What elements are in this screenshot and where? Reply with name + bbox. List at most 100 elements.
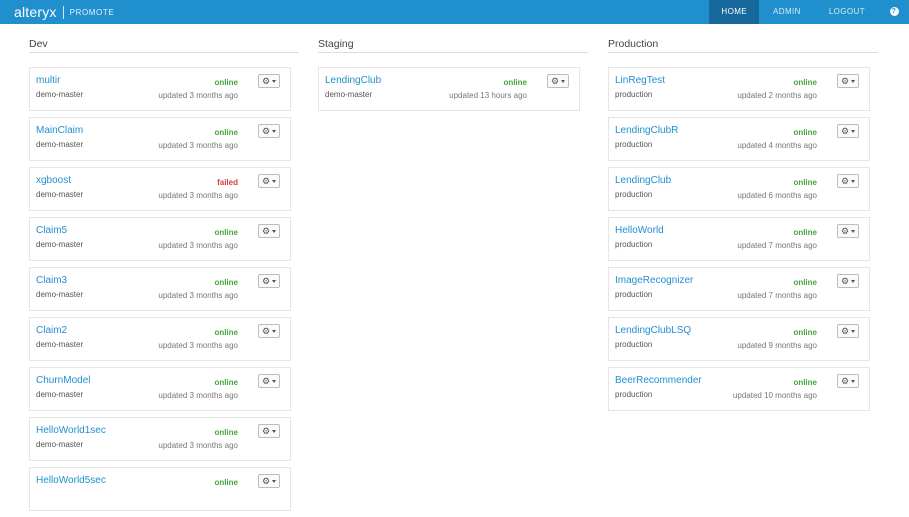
model-card: xgboost demo-master failed updated 3 months… bbox=[29, 167, 291, 211]
status-badge: failed bbox=[217, 178, 238, 187]
settings-dropdown-button[interactable]: ⚙ bbox=[258, 74, 280, 88]
column-title: Staging bbox=[318, 38, 588, 53]
settings-dropdown-button[interactable]: ⚙ bbox=[837, 174, 859, 188]
model-name-link[interactable]: BeerRecommender bbox=[615, 375, 702, 386]
model-card: Claim5 demo-master online updated 3 months … bbox=[29, 217, 291, 261]
top-navbar: alteryx PROMOTE HOME ADMIN LOGOUT ? bbox=[0, 0, 909, 24]
gear-icon: ⚙ bbox=[261, 175, 271, 186]
model-name-link[interactable]: ImageRecognizer bbox=[615, 275, 693, 286]
updated-time: updated 3 months ago bbox=[158, 391, 238, 400]
gear-icon: ⚙ bbox=[261, 275, 271, 286]
caret-down-icon bbox=[561, 79, 566, 83]
gear-icon: ⚙ bbox=[261, 475, 271, 486]
updated-time: updated 2 months ago bbox=[737, 91, 817, 100]
model-card: Claim2 demo-master online updated 3 months … bbox=[29, 317, 291, 361]
settings-dropdown-button[interactable]: ⚙ bbox=[258, 224, 280, 238]
brand-logo[interactable]: alteryx PROMOTE bbox=[14, 4, 114, 20]
model-card: LinRegTest production online updated 2 mont… bbox=[608, 67, 870, 111]
model-name-link[interactable]: LendingClubR bbox=[615, 125, 678, 136]
settings-dropdown-button[interactable]: ⚙ bbox=[837, 124, 859, 138]
column-production: Production LinRegTest production online upd… bbox=[608, 38, 878, 417]
updated-time: updated 3 months ago bbox=[158, 341, 238, 350]
gear-icon: ⚙ bbox=[261, 325, 271, 336]
model-name-link[interactable]: Claim3 bbox=[36, 275, 67, 286]
model-card: BeerRecommender production online updated 1… bbox=[608, 367, 870, 411]
settings-dropdown-button[interactable]: ⚙ bbox=[258, 424, 280, 438]
settings-dropdown-button[interactable]: ⚙ bbox=[837, 274, 859, 288]
status-badge: online bbox=[214, 128, 238, 137]
updated-time: updated 7 months ago bbox=[737, 241, 817, 250]
gear-icon: ⚙ bbox=[261, 225, 271, 236]
status-badge: online bbox=[214, 278, 238, 287]
model-name-link[interactable]: HelloWorld1sec bbox=[36, 425, 106, 436]
status-badge: online bbox=[503, 78, 527, 87]
model-environment: production bbox=[615, 90, 653, 99]
settings-dropdown-button[interactable]: ⚙ bbox=[258, 474, 280, 488]
model-card: LendingClubR production online updated 4 mo… bbox=[608, 117, 870, 161]
model-environment: production bbox=[615, 290, 653, 299]
model-card: LendingClub demo-master online updated 13 h… bbox=[318, 67, 580, 111]
settings-dropdown-button[interactable]: ⚙ bbox=[258, 124, 280, 138]
nav-home[interactable]: HOME bbox=[709, 0, 760, 24]
settings-dropdown-button[interactable]: ⚙ bbox=[258, 274, 280, 288]
model-environment: production bbox=[615, 390, 653, 399]
settings-dropdown-button[interactable]: ⚙ bbox=[837, 224, 859, 238]
model-name-link[interactable]: ChurnModel bbox=[36, 375, 90, 386]
gear-icon: ⚙ bbox=[840, 375, 850, 386]
settings-dropdown-button[interactable]: ⚙ bbox=[258, 374, 280, 388]
updated-time: updated 3 months ago bbox=[158, 141, 238, 150]
settings-dropdown-button[interactable]: ⚙ bbox=[258, 174, 280, 188]
model-name-link[interactable]: LinRegTest bbox=[615, 75, 665, 86]
nav-admin[interactable]: ADMIN bbox=[759, 0, 815, 24]
settings-dropdown-button[interactable]: ⚙ bbox=[837, 374, 859, 388]
updated-time: updated 3 months ago bbox=[158, 291, 238, 300]
caret-down-icon bbox=[851, 129, 856, 133]
caret-down-icon bbox=[272, 329, 277, 333]
help-button[interactable]: ? bbox=[879, 0, 909, 24]
model-environment: production bbox=[615, 340, 653, 349]
model-environment: demo-master bbox=[36, 340, 84, 349]
caret-down-icon bbox=[272, 179, 277, 183]
status-badge: online bbox=[214, 378, 238, 387]
card-list: LinRegTest production online updated 2 mont… bbox=[608, 67, 878, 411]
settings-dropdown-button[interactable]: ⚙ bbox=[258, 324, 280, 338]
gear-icon: ⚙ bbox=[261, 125, 271, 136]
brand-product: PROMOTE bbox=[69, 7, 115, 17]
model-name-link[interactable]: LendingClub bbox=[615, 175, 671, 186]
column-staging: Staging LendingClub demo-master online upda… bbox=[318, 38, 588, 117]
model-name-link[interactable]: LendingClubLSQ bbox=[615, 325, 691, 336]
model-card: LendingClubLSQ production online updated 9 … bbox=[608, 317, 870, 361]
model-environment: demo-master bbox=[36, 140, 84, 149]
settings-dropdown-button[interactable]: ⚙ bbox=[837, 324, 859, 338]
model-name-link[interactable]: HelloWorld bbox=[615, 225, 664, 236]
model-environment: production bbox=[615, 140, 653, 149]
caret-down-icon bbox=[272, 279, 277, 283]
gear-icon: ⚙ bbox=[840, 325, 850, 336]
caret-down-icon bbox=[851, 329, 856, 333]
settings-dropdown-button[interactable]: ⚙ bbox=[837, 74, 859, 88]
model-name-link[interactable]: Claim5 bbox=[36, 225, 67, 236]
nav-menu: HOME ADMIN LOGOUT ? bbox=[709, 0, 909, 24]
gear-icon: ⚙ bbox=[840, 275, 850, 286]
model-name-link[interactable]: Claim2 bbox=[36, 325, 67, 336]
model-name-link[interactable]: HelloWorld5sec bbox=[36, 475, 106, 486]
model-name-link[interactable]: xgboost bbox=[36, 175, 71, 186]
status-badge: online bbox=[793, 328, 817, 337]
status-badge: online bbox=[793, 178, 817, 187]
gear-icon: ⚙ bbox=[261, 375, 271, 386]
model-name-link[interactable]: multir bbox=[36, 75, 60, 86]
model-name-link[interactable]: MainClaim bbox=[36, 125, 83, 136]
caret-down-icon bbox=[272, 229, 277, 233]
settings-dropdown-button[interactable]: ⚙ bbox=[547, 74, 569, 88]
model-name-link[interactable]: LendingClub bbox=[325, 75, 381, 86]
gear-icon: ⚙ bbox=[550, 75, 560, 86]
status-badge: online bbox=[793, 78, 817, 87]
model-card: ChurnModel demo-master online updated 3 mon… bbox=[29, 367, 291, 411]
model-environment: demo-master bbox=[36, 290, 84, 299]
nav-logout[interactable]: LOGOUT bbox=[815, 0, 879, 24]
model-environment: demo-master bbox=[36, 190, 84, 199]
model-card: MainClaim demo-master online updated 3 mont… bbox=[29, 117, 291, 161]
status-badge: online bbox=[214, 228, 238, 237]
model-card: ImageRecognizer production online updated 7… bbox=[608, 267, 870, 311]
model-environment: demo-master bbox=[36, 440, 84, 449]
